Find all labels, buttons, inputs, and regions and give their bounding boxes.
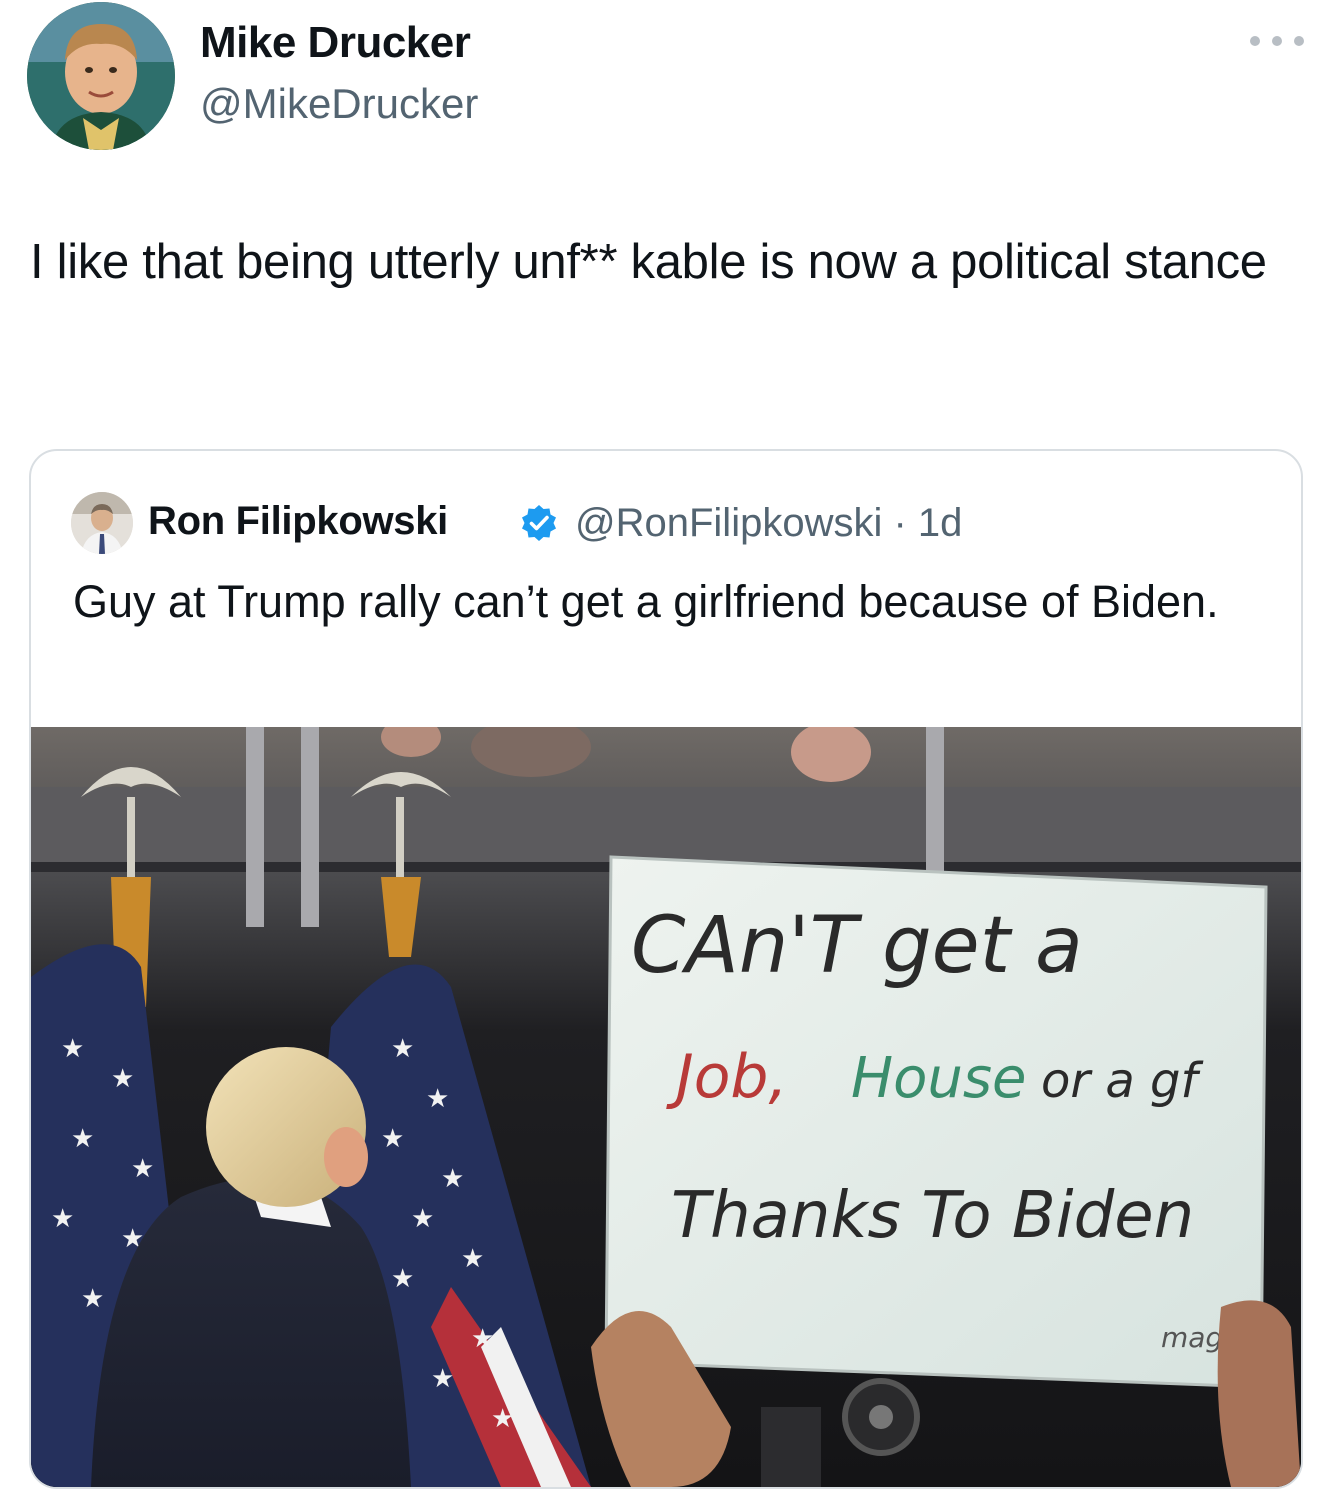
sign-line-1: CAn'T get a — [631, 901, 1083, 991]
rally-photo: ★ ★ ★ ★ ★ ★ ★ ★ ★ ★ ★ ★ ★ ★ ★ ★ ★ CAn'T … — [31, 727, 1301, 1487]
more-options-button[interactable] — [1250, 26, 1304, 56]
ellipsis-icon — [1250, 36, 1260, 46]
sign-line-2-job: Job, — [666, 1042, 788, 1112]
svg-text:★: ★ — [381, 1123, 404, 1153]
quoted-author-handle-time[interactable]: @RonFilipkowski · 1d — [575, 501, 962, 546]
svg-text:★: ★ — [61, 1033, 84, 1063]
svg-text:★: ★ — [71, 1123, 94, 1153]
svg-text:★: ★ — [111, 1063, 134, 1093]
quoted-tweet-photo[interactable]: ★ ★ ★ ★ ★ ★ ★ ★ ★ ★ ★ ★ ★ ★ ★ ★ ★ CAn'T … — [31, 727, 1301, 1487]
sign-line-3: Thanks To Biden — [671, 1179, 1194, 1253]
ellipsis-icon-dot — [1294, 36, 1304, 46]
svg-text:★: ★ — [471, 1323, 494, 1353]
tweet: Mike Drucker @MikeDrucker I like that be… — [0, 0, 1329, 1509]
svg-text:★: ★ — [411, 1203, 434, 1233]
ellipsis-icon-dot — [1272, 36, 1282, 46]
protest-sign: CAn'T get a Job, House or a gf Thanks To… — [604, 855, 1268, 1389]
quoted-author-avatar[interactable] — [71, 492, 133, 554]
svg-text:★: ★ — [431, 1363, 454, 1393]
sign-line-2-house: House — [851, 1046, 1027, 1111]
svg-text:★: ★ — [51, 1203, 74, 1233]
profile-photo-icon — [27, 2, 175, 150]
quoted-author-name[interactable]: Ron Filipkowski — [148, 499, 448, 544]
svg-text:★: ★ — [131, 1153, 154, 1183]
svg-text:★: ★ — [441, 1163, 464, 1193]
svg-text:★: ★ — [491, 1403, 514, 1433]
svg-text:★: ★ — [461, 1243, 484, 1273]
author-avatar[interactable] — [27, 2, 175, 150]
quoted-tweet[interactable]: Ron Filipkowski @RonFilipkowski · 1d Guy… — [29, 449, 1303, 1489]
tweet-text: I like that being utterly unf** kable is… — [30, 235, 1267, 289]
svg-text:★: ★ — [391, 1033, 414, 1063]
svg-text:★: ★ — [426, 1083, 449, 1113]
svg-text:★: ★ — [81, 1283, 104, 1313]
quoted-tweet-text: Guy at Trump rally can’t get a girlfrien… — [73, 576, 1219, 627]
profile-photo-icon — [71, 492, 133, 554]
verified-badge-icon — [522, 505, 556, 541]
sign-line-2-rest: or a gf — [1041, 1053, 1204, 1109]
author-name[interactable]: Mike Drucker — [200, 18, 471, 68]
svg-text:★: ★ — [391, 1263, 414, 1293]
author-handle[interactable]: @MikeDrucker — [200, 80, 478, 128]
